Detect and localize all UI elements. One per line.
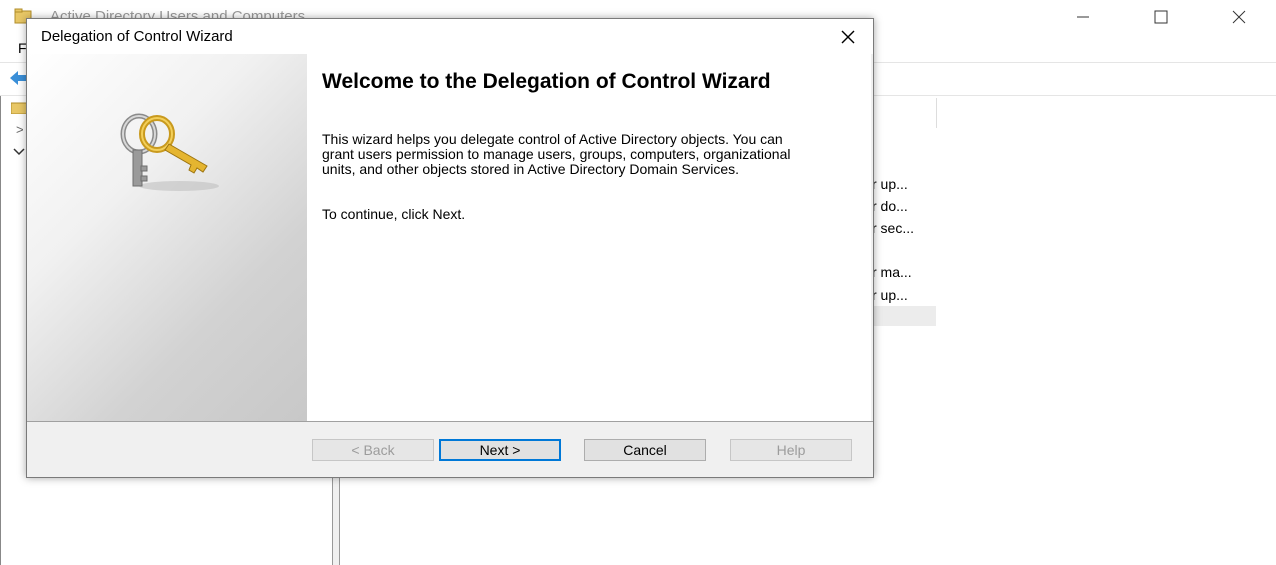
wizard-title: Delegation of Control Wizard — [41, 28, 233, 45]
wizard-heading: Welcome to the Delegation of Control Wiz… — [322, 70, 771, 93]
keys-icon — [120, 113, 219, 191]
back-button[interactable]: < Back — [312, 439, 434, 461]
list-item-description[interactable]: r ma... — [872, 264, 912, 280]
close-window-button[interactable] — [1200, 0, 1276, 34]
folder-icon — [11, 102, 27, 114]
help-button[interactable]: Help — [730, 439, 852, 461]
maximize-icon — [1154, 10, 1168, 24]
wizard-continue-hint: To continue, click Next. — [322, 206, 466, 222]
minimize-button[interactable] — [1044, 0, 1122, 34]
cancel-button[interactable]: Cancel — [584, 439, 706, 461]
wizard-banner — [27, 54, 307, 421]
tree-collapse-icon[interactable] — [13, 148, 25, 156]
maximize-button[interactable] — [1122, 0, 1200, 34]
pane-splitter[interactable] — [332, 476, 340, 565]
next-button[interactable]: Next > — [439, 439, 561, 461]
back-arrow-icon[interactable] — [8, 69, 28, 87]
wizard-titlebar[interactable]: Delegation of Control Wizard — [27, 19, 873, 54]
delegation-wizard-dialog: Delegation of Control Wizard Welcome to … — [26, 18, 874, 478]
tree-expand-icon[interactable]: > — [16, 122, 24, 137]
list-item-description[interactable]: r do... — [872, 198, 908, 214]
list-item-description[interactable]: r up... — [872, 176, 908, 192]
minimize-icon — [1077, 16, 1089, 18]
selected-list-row[interactable] — [872, 306, 936, 326]
close-icon — [1232, 10, 1246, 24]
wizard-close-button[interactable] — [827, 21, 869, 53]
wizard-footer: < Back Next > Cancel Help — [27, 422, 873, 477]
wizard-description: This wizard helps you delegate control o… — [322, 131, 791, 177]
wizard-content: Welcome to the Delegation of Control Wiz… — [307, 54, 871, 421]
close-icon — [841, 30, 855, 44]
list-item-description[interactable]: r up... — [872, 287, 908, 303]
column-separator[interactable] — [936, 98, 937, 128]
list-item-description[interactable]: r sec... — [872, 220, 914, 236]
